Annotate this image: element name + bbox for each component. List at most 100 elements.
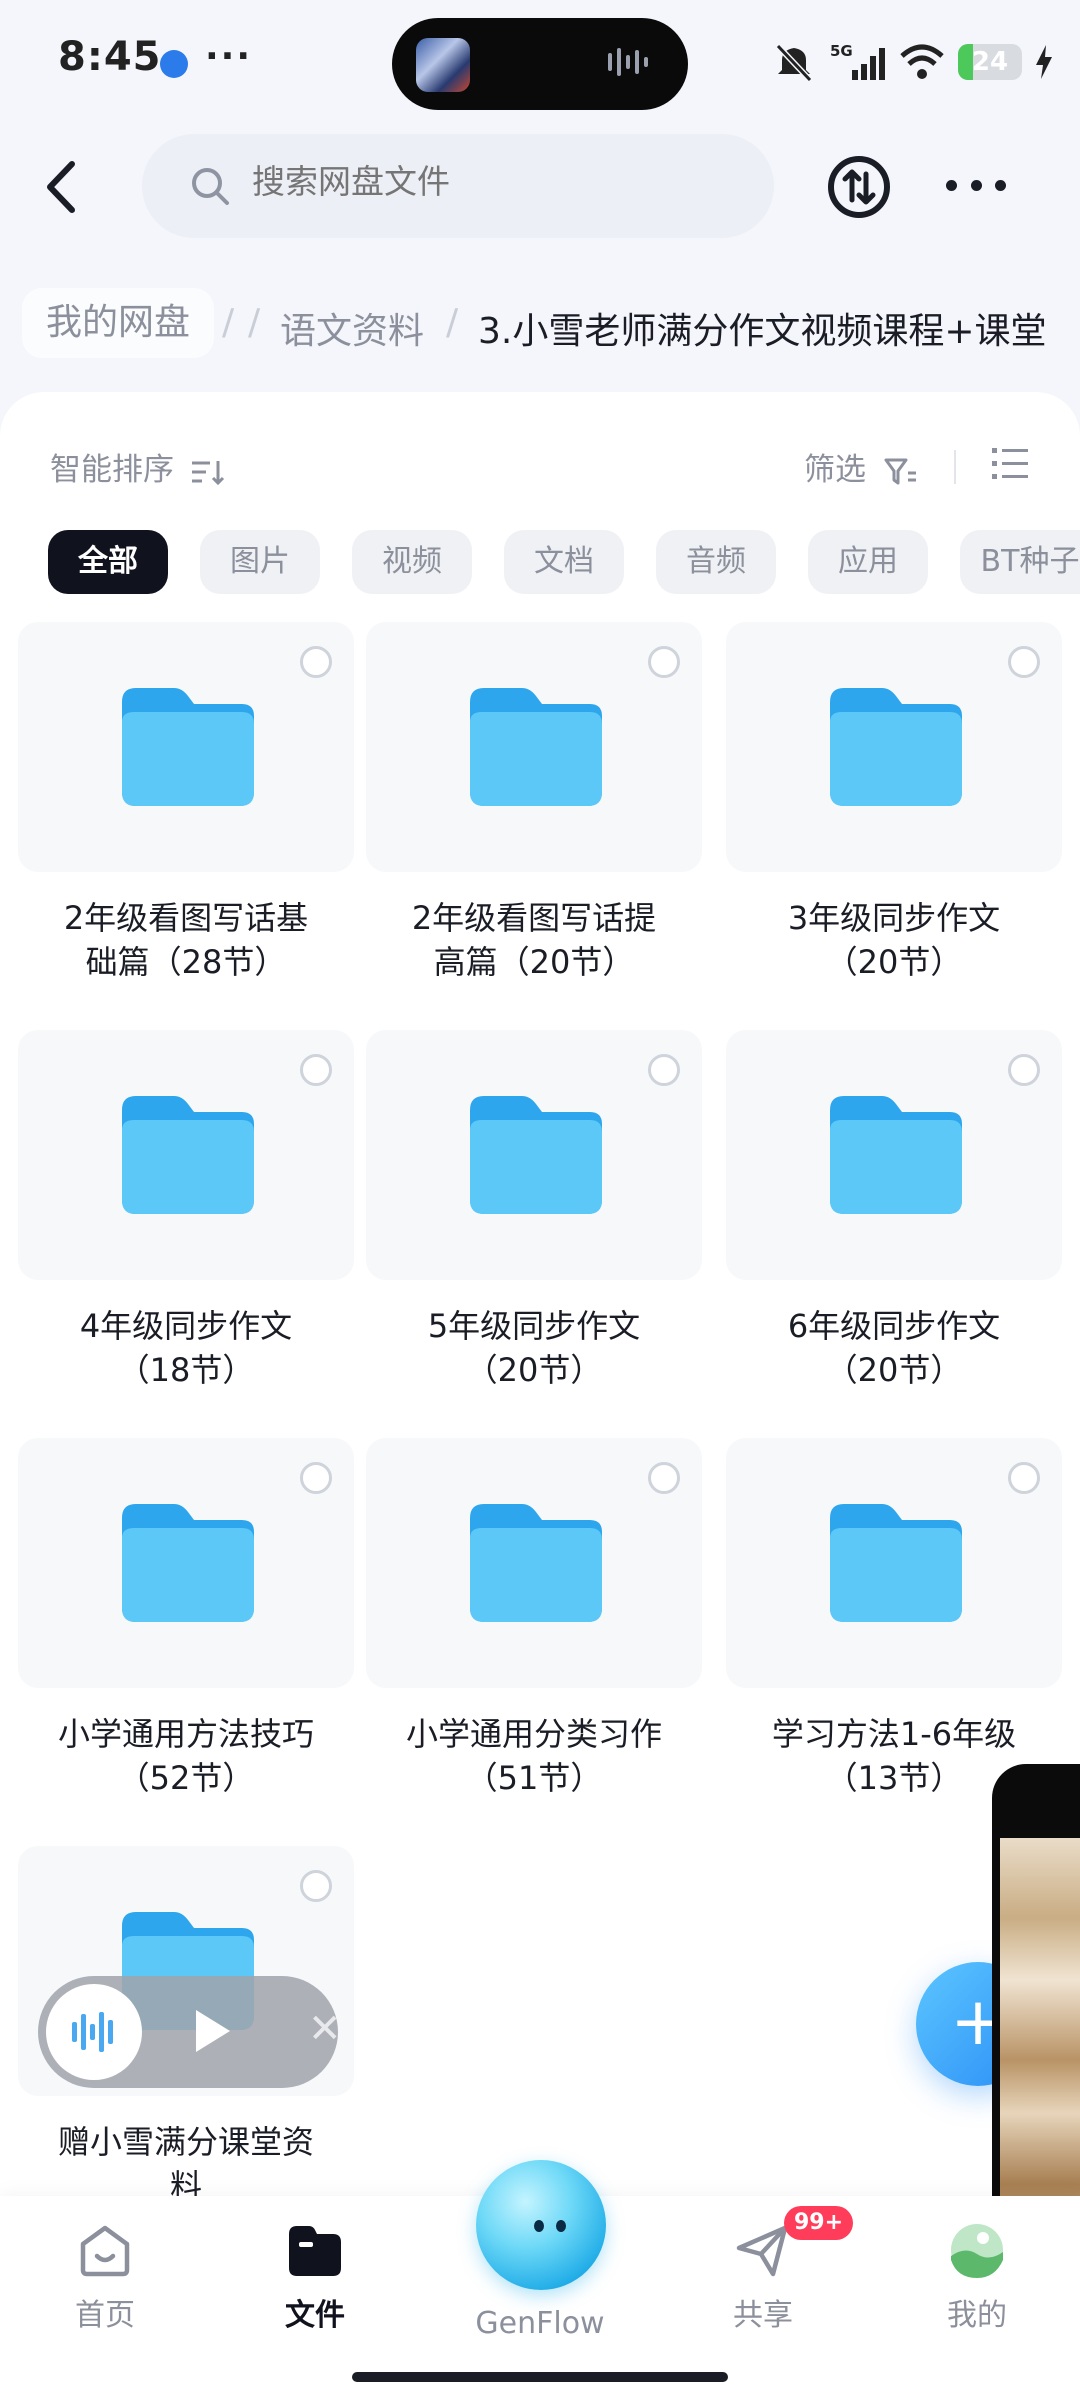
folder-tile[interactable] — [18, 1438, 354, 1688]
folder-icon — [122, 688, 254, 806]
folder-tile[interactable] — [366, 1438, 702, 1688]
folder-icon — [830, 1096, 962, 1214]
chip-all[interactable]: 全部 — [48, 530, 168, 594]
folder-tile[interactable] — [366, 1030, 702, 1280]
folder-icon — [470, 1504, 602, 1622]
folder-icon — [470, 1096, 602, 1214]
select-checkbox[interactable] — [300, 1054, 332, 1086]
folder-tile[interactable] — [18, 1030, 354, 1280]
dot-icon — [995, 180, 1006, 191]
dynamic-island[interactable] — [392, 18, 688, 110]
folder-tile[interactable] — [18, 622, 354, 872]
transfer-button[interactable] — [826, 154, 892, 220]
breadcrumb-folder[interactable]: 语文资料 — [280, 302, 424, 354]
chevron-left-icon — [47, 161, 75, 213]
transfer-icon — [828, 156, 890, 218]
file-name[interactable]: 4年级同步作文 （18节） — [18, 1304, 354, 1392]
category-filter-chips: 全部 图片 视频 文档 音频 应用 BT种子 — [48, 530, 1080, 600]
folder-tile[interactable] — [726, 1438, 1062, 1688]
folder-tile[interactable] — [366, 622, 702, 872]
nav-share-label: 共享 — [733, 2298, 793, 2333]
file-name[interactable]: 赠小雪满分课堂资料 — [18, 2120, 354, 2196]
search-input[interactable] — [252, 162, 732, 201]
chip-videos[interactable]: 视频 — [352, 530, 472, 594]
close-icon[interactable]: ✕ — [308, 2004, 342, 2054]
chip-apps[interactable]: 应用 — [808, 530, 928, 594]
floating-audio-player: ✕ — [38, 1976, 342, 2088]
more-options-button[interactable] — [946, 176, 1006, 196]
bottom-navigation: 首页 文件 GenFlow 共享 99+ 我的 — [0, 2160, 1080, 2400]
home-indicator[interactable] — [352, 2372, 728, 2382]
signal-icon: 5G — [830, 42, 885, 80]
folder-tile[interactable] — [726, 1030, 1062, 1280]
charging-icon — [1036, 45, 1052, 79]
audio-wave-icon — [608, 48, 660, 80]
avatar-icon — [951, 2224, 1003, 2278]
nav-home[interactable]: 首页 — [30, 2220, 180, 2350]
notification-badge: 99+ — [784, 2206, 854, 2240]
status-bar: 8:45 ··· 5G 24 — [0, 0, 1080, 130]
select-checkbox[interactable] — [300, 1870, 332, 1902]
breadcrumb-separator: / — [222, 302, 235, 343]
select-checkbox[interactable] — [300, 1462, 332, 1494]
breadcrumb-root[interactable]: 我的网盘 — [22, 288, 215, 358]
file-name[interactable]: 3年级同步作文 （20节） — [726, 896, 1062, 984]
file-name[interactable]: 2年级看图写话提 高篇（20节） — [366, 896, 702, 984]
chip-documents[interactable]: 文档 — [504, 530, 624, 594]
filter-icon — [884, 458, 916, 484]
nav-mine[interactable]: 我的 — [902, 2220, 1052, 2350]
filter-button[interactable]: 筛选 — [804, 444, 918, 489]
select-checkbox[interactable] — [648, 1054, 680, 1086]
chip-audio[interactable]: 音频 — [656, 530, 776, 594]
status-more-icon: ··· — [205, 36, 253, 77]
home-icon — [80, 2225, 130, 2277]
nav-home-label: 首页 — [75, 2298, 135, 2333]
battery-level: 24 — [971, 47, 1009, 77]
breadcrumb-separator: / — [446, 302, 459, 343]
select-checkbox[interactable] — [1008, 1054, 1040, 1086]
file-name[interactable]: 6年级同步作文 （20节） — [726, 1304, 1062, 1392]
breadcrumb-separator: / — [248, 302, 261, 343]
audio-visualizer-button[interactable] — [46, 1984, 142, 2080]
mute-icon — [775, 43, 813, 82]
nav-genflow-label: GenFlow — [475, 2306, 605, 2341]
select-checkbox[interactable] — [648, 646, 680, 678]
sort-icon — [191, 460, 224, 485]
paper-plane-icon — [736, 2225, 788, 2277]
select-checkbox[interactable] — [1008, 1462, 1040, 1494]
file-name[interactable]: 2年级看图写话基 础篇（28节） — [18, 896, 354, 984]
select-checkbox[interactable] — [300, 646, 332, 678]
nav-mine-label: 我的 — [947, 2298, 1007, 2333]
system-icons: 5G 24 — [772, 36, 1052, 88]
select-checkbox[interactable] — [648, 1462, 680, 1494]
mascot-eye — [534, 2220, 544, 2232]
folder-icon — [122, 1504, 254, 1622]
filter-label: 筛选 — [804, 452, 866, 488]
now-playing-thumbnail — [416, 38, 470, 92]
svg-text:5G: 5G — [830, 42, 853, 60]
sort-label: 智能排序 — [50, 452, 174, 488]
file-name[interactable]: 5年级同步作文 （20节） — [366, 1304, 702, 1392]
waveform-icon — [72, 2012, 113, 2052]
search-bar[interactable] — [142, 134, 774, 238]
sort-button[interactable]: 智能排序 — [50, 444, 226, 489]
play-icon[interactable] — [196, 2010, 230, 2052]
select-checkbox[interactable] — [1008, 646, 1040, 678]
folder-icon — [122, 1096, 254, 1214]
breadcrumb: 我的网盘 / / 语文资料 / 3.小雪老师满分作文视频课程+课堂 — [0, 288, 1080, 362]
app-notification-icon — [160, 50, 188, 78]
chip-images[interactable]: 图片 — [200, 530, 320, 594]
list-view-icon[interactable] — [990, 444, 1030, 484]
folder-icon — [830, 688, 962, 806]
dot-icon — [970, 180, 982, 191]
battery-indicator: 24 — [958, 44, 1022, 80]
nav-files[interactable]: 文件 — [240, 2220, 390, 2350]
chip-bt-seeds[interactable]: BT种子 — [960, 530, 1080, 594]
breadcrumb-current: 3.小雪老师满分作文视频课程+课堂 — [478, 311, 1047, 352]
folder-tile[interactable] — [726, 622, 1062, 872]
file-name[interactable]: 小学通用方法技巧 （52节） — [18, 1712, 354, 1800]
file-name[interactable]: 小学通用分类习作 （51节） — [366, 1712, 702, 1800]
search-icon — [192, 168, 229, 205]
back-button[interactable] — [30, 150, 96, 224]
folder-icon — [470, 688, 602, 806]
